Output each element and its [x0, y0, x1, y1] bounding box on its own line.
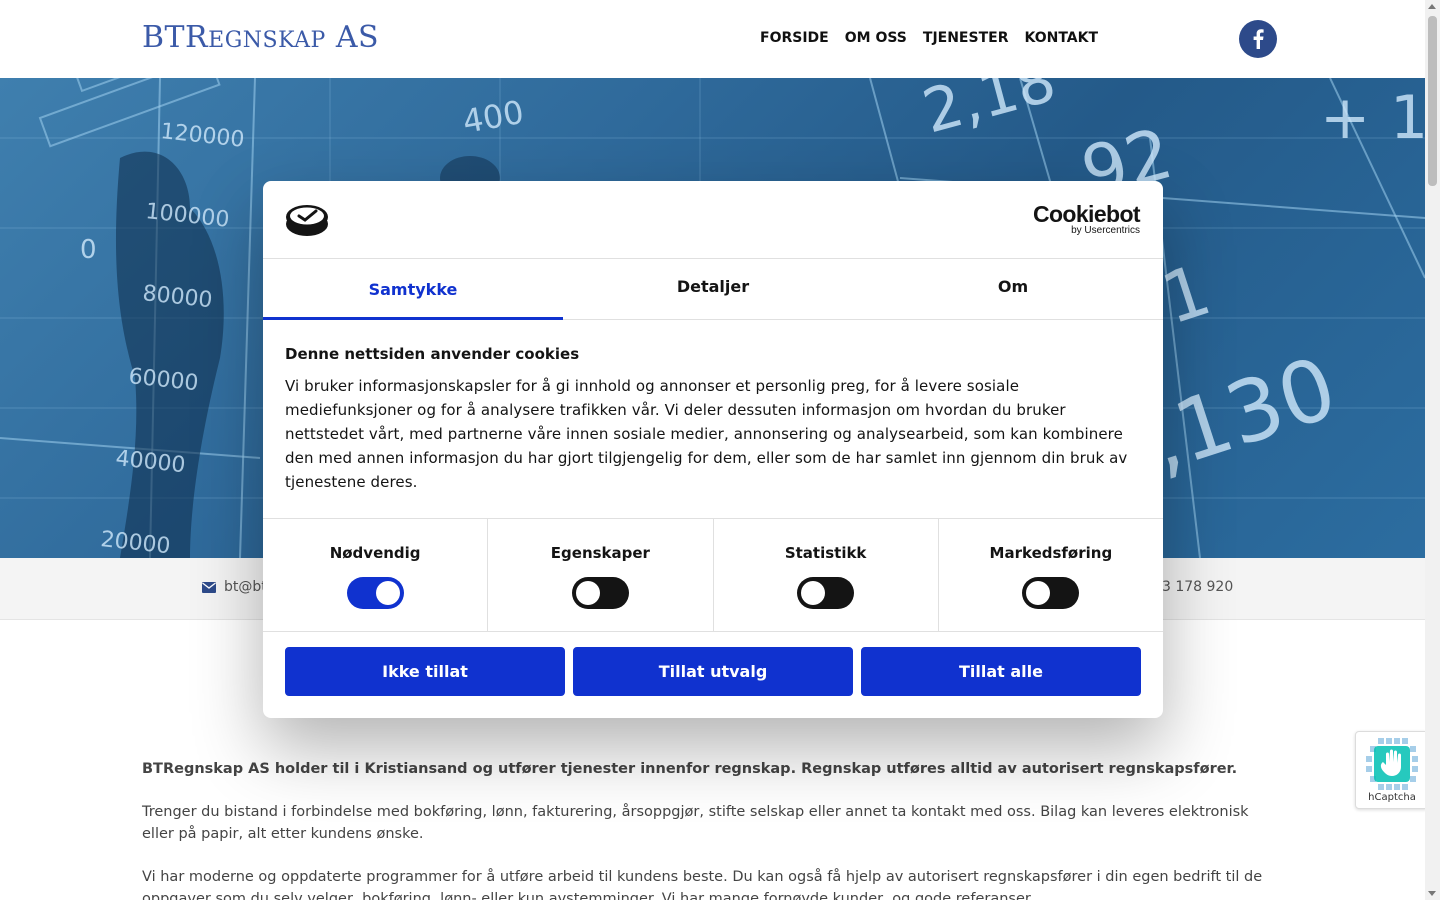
nav-tjenester[interactable]: TJENESTER [923, 30, 1009, 46]
tab-detaljer[interactable]: Detaljer [563, 259, 863, 319]
contact-email[interactable]: bt@bt [202, 579, 267, 595]
category-markedsforing: Markedsføring [939, 519, 1163, 631]
category-label: Nødvendig [329, 544, 421, 562]
allow-all-button[interactable]: Tillat alle [861, 647, 1141, 696]
cookie-dialog-buttons: Ikke tillat Tillat utvalg Tillat alle [263, 632, 1163, 711]
site-header: BTREGNSKAP AS FORSIDE OM OSS TJENESTER K… [0, 0, 1425, 78]
intro-lead: BTRegnskap AS holder til i Kristiansand … [142, 761, 1238, 777]
egenskaper-toggle[interactable] [571, 577, 629, 609]
allow-selection-button[interactable]: Tillat utvalg [573, 647, 853, 696]
hero-number: + [1320, 83, 1370, 153]
logo-text-main: BTR [142, 20, 209, 55]
page-scrollbar[interactable] [1425, 0, 1440, 900]
main-nav: FORSIDE OM OSS TJENESTER KONTAKT [760, 30, 1098, 46]
category-label: Statistikk [784, 544, 867, 562]
toggle-knob [1026, 581, 1051, 605]
intro-paragraph: Vi har moderne og oppdaterte programmer … [142, 869, 1263, 900]
cookie-dialog-header: Cookiebot by Usercentrics [263, 181, 1163, 259]
cookie-dialog-body: Denne nettsiden anvender cookies Vi bruk… [263, 320, 1163, 518]
hcaptcha-badge[interactable]: hCaptcha [1355, 731, 1427, 809]
main-content: BTRegnskap AS holder til i Kristiansand … [142, 758, 1282, 900]
deny-button[interactable]: Ikke tillat [285, 647, 565, 696]
cookie-consent-dialog: Cookiebot by Usercentrics Samtykke Detal… [263, 181, 1163, 718]
nav-om-oss[interactable]: OM OSS [845, 30, 907, 46]
scroll-thumb[interactable] [1428, 16, 1437, 186]
hero-number: 120000 [159, 119, 245, 153]
cookie-category-toggles: Nødvendig Egenskaper Statistikk Markedsf… [263, 518, 1163, 632]
logo-text-tail: AS [325, 20, 380, 55]
hcaptcha-label: hCaptcha [1368, 792, 1416, 803]
category-statistikk: Statistikk [714, 519, 939, 631]
toggle-knob [375, 581, 400, 605]
hero-number: 400 [460, 93, 527, 141]
hero-number: 1 [1390, 83, 1425, 153]
contact-phone[interactable]: 3 178 920 [1162, 579, 1233, 595]
facebook-button[interactable] [1239, 20, 1277, 58]
intro-paragraph: Trenger du bistand i forbindelse med bok… [142, 804, 1249, 842]
hcaptcha-logo-icon [1366, 738, 1418, 790]
toggle-knob [801, 581, 826, 605]
category-label: Markedsføring [989, 544, 1113, 562]
hero-number: 2,18 [916, 78, 1063, 147]
nav-kontakt[interactable]: KONTAKT [1024, 30, 1098, 46]
cookie-dialog-tabs: Samtykke Detaljer Om [263, 259, 1163, 320]
contact-email-text: bt@bt [224, 579, 267, 595]
cookie-dialog-text: Vi bruker informasjonskapsler for å gi i… [285, 377, 1128, 491]
envelope-icon [202, 581, 216, 593]
scroll-up-arrow-icon[interactable] [1428, 4, 1436, 9]
cookiebot-brand[interactable]: Cookiebot by Usercentrics [1032, 201, 1141, 236]
hero-number: 0 [80, 235, 97, 265]
tab-samtykke[interactable]: Samtykke [263, 259, 563, 320]
category-nodvendig: Nødvendig [263, 519, 489, 631]
facebook-icon [1253, 29, 1264, 49]
markedsforing-toggle[interactable] [1022, 577, 1080, 609]
toggle-knob [575, 581, 600, 605]
tab-om[interactable]: Om [863, 259, 1163, 319]
cookie-logo-icon [286, 205, 328, 236]
nav-forside[interactable]: FORSIDE [760, 30, 829, 46]
category-egenskaper: Egenskaper [488, 519, 714, 631]
cookie-dialog-title: Denne nettsiden anvender cookies [285, 345, 580, 363]
nodvendig-toggle[interactable] [346, 577, 404, 609]
cookiebot-brand-name: Cookiebot [1032, 201, 1141, 227]
scroll-down-arrow-icon[interactable] [1428, 891, 1436, 896]
category-label: Egenskaper [550, 544, 650, 562]
logo-text-smallcaps: EGNSKAP [208, 28, 326, 53]
site-logo[interactable]: BTREGNSKAP AS [142, 20, 379, 55]
statistikk-toggle[interactable] [797, 577, 855, 609]
